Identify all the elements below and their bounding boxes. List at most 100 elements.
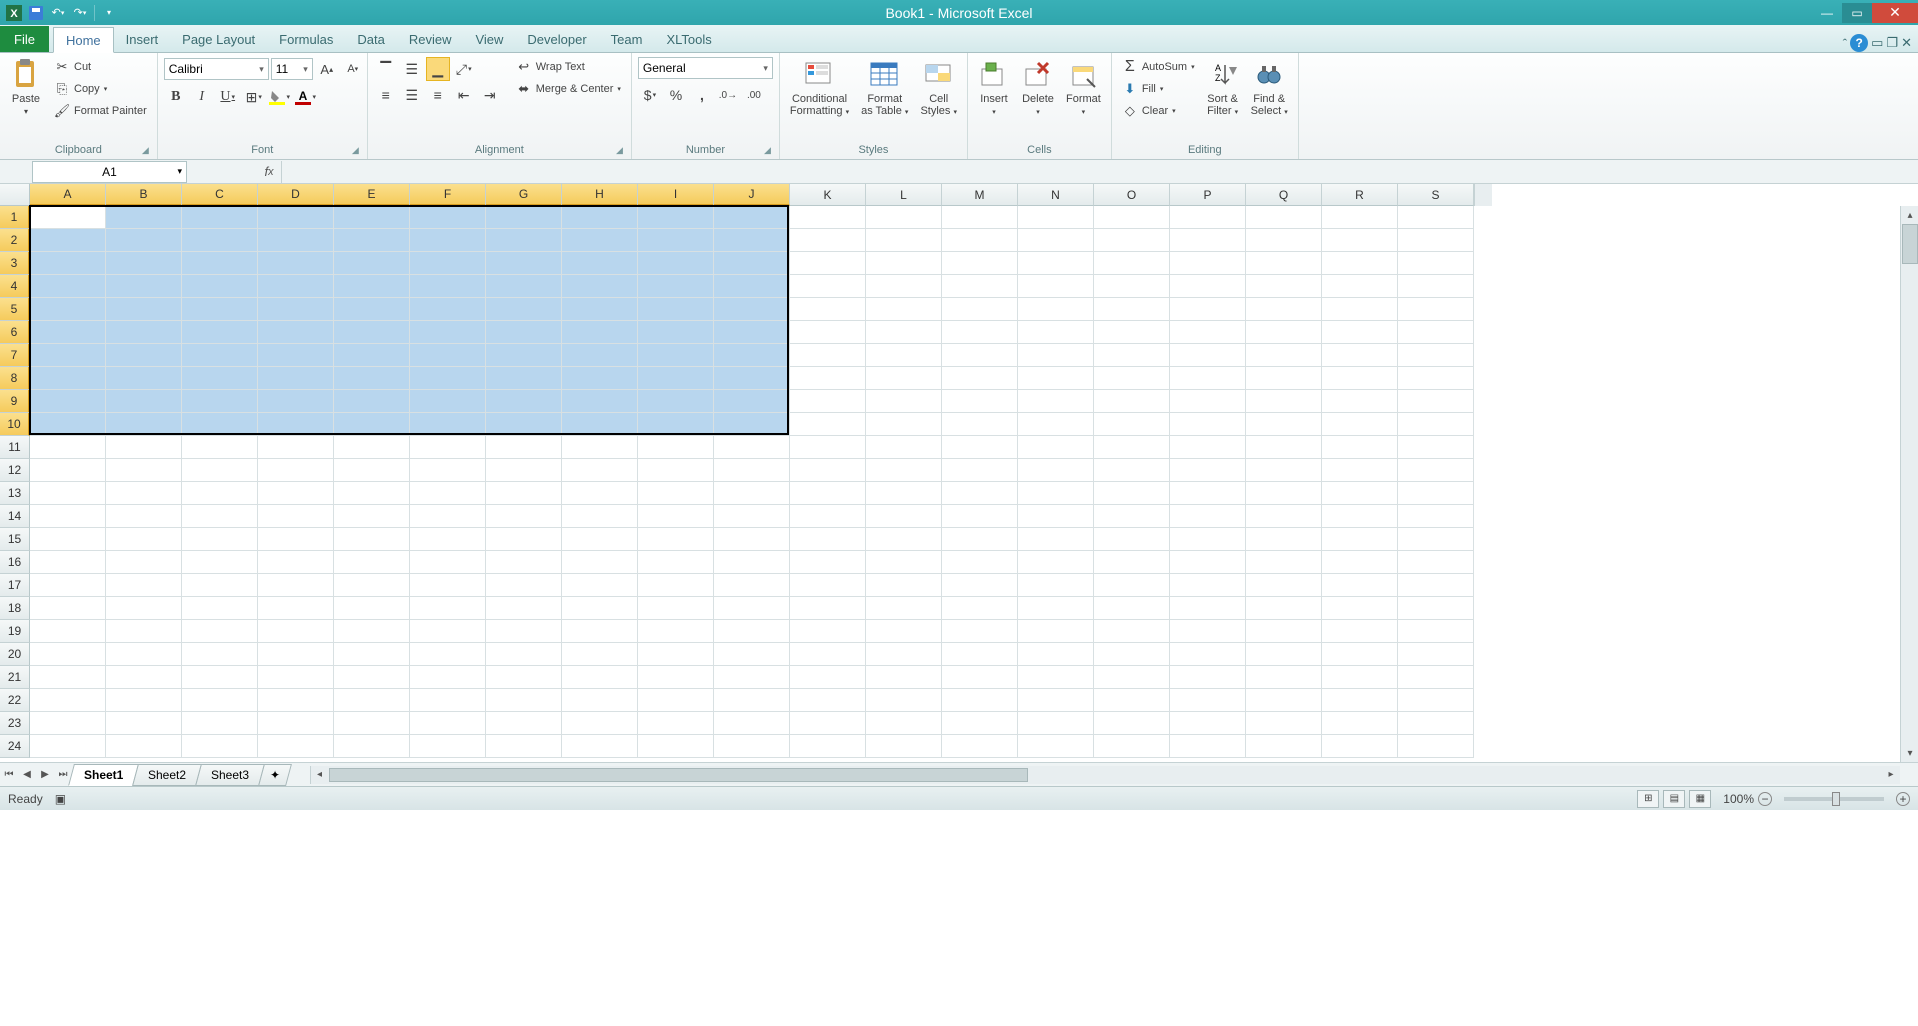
cell-M16[interactable] [942, 551, 1018, 574]
row-header-6[interactable]: 6 [0, 321, 30, 344]
cell-I4[interactable] [638, 275, 714, 298]
cell-I11[interactable] [638, 436, 714, 459]
cell-P17[interactable] [1170, 574, 1246, 597]
cell-A21[interactable] [30, 666, 106, 689]
cell-F2[interactable] [410, 229, 486, 252]
cell-P6[interactable] [1170, 321, 1246, 344]
cell-E23[interactable] [334, 712, 410, 735]
cell-K5[interactable] [790, 298, 866, 321]
scroll-down-icon[interactable]: ▾ [1901, 744, 1918, 762]
cell-I21[interactable] [638, 666, 714, 689]
cell-L11[interactable] [866, 436, 942, 459]
cell-H15[interactable] [562, 528, 638, 551]
cell-J21[interactable] [714, 666, 790, 689]
cell-N22[interactable] [1018, 689, 1094, 712]
row-header-24[interactable]: 24 [0, 735, 30, 758]
cell-B14[interactable] [106, 505, 182, 528]
cell-Q7[interactable] [1246, 344, 1322, 367]
cell-A22[interactable] [30, 689, 106, 712]
cell-C1[interactable] [182, 206, 258, 229]
cell-J18[interactable] [714, 597, 790, 620]
cell-A9[interactable] [30, 390, 106, 413]
cell-S22[interactable] [1398, 689, 1474, 712]
cell-H17[interactable] [562, 574, 638, 597]
fx-icon[interactable]: fx [257, 161, 281, 183]
cell-S18[interactable] [1398, 597, 1474, 620]
cell-A3[interactable] [30, 252, 106, 275]
cell-N20[interactable] [1018, 643, 1094, 666]
cell-C4[interactable] [182, 275, 258, 298]
cell-A12[interactable] [30, 459, 106, 482]
cell-K17[interactable] [790, 574, 866, 597]
row-header-14[interactable]: 14 [0, 505, 30, 528]
col-header-L[interactable]: L [866, 184, 942, 206]
cell-M18[interactable] [942, 597, 1018, 620]
paste-button[interactable]: Paste▾ [6, 57, 46, 120]
cell-J7[interactable] [714, 344, 790, 367]
cell-J20[interactable] [714, 643, 790, 666]
cell-Q5[interactable] [1246, 298, 1322, 321]
cell-L9[interactable] [866, 390, 942, 413]
currency-icon[interactable]: $▾ [638, 83, 662, 107]
italic-button[interactable]: I [190, 85, 214, 109]
cell-R1[interactable] [1322, 206, 1398, 229]
cell-I9[interactable] [638, 390, 714, 413]
cell-H5[interactable] [562, 298, 638, 321]
cell-L5[interactable] [866, 298, 942, 321]
bold-button[interactable]: B [164, 85, 188, 109]
cell-F22[interactable] [410, 689, 486, 712]
cell-D20[interactable] [258, 643, 334, 666]
cell-I5[interactable] [638, 298, 714, 321]
cell-M12[interactable] [942, 459, 1018, 482]
align-right-icon[interactable]: ≡ [426, 83, 450, 107]
cell-C19[interactable] [182, 620, 258, 643]
cell-F6[interactable] [410, 321, 486, 344]
row-header-22[interactable]: 22 [0, 689, 30, 712]
formula-bar[interactable] [281, 161, 1918, 183]
cell-B7[interactable] [106, 344, 182, 367]
cell-C11[interactable] [182, 436, 258, 459]
cell-H10[interactable] [562, 413, 638, 436]
cell-Q2[interactable] [1246, 229, 1322, 252]
cell-B19[interactable] [106, 620, 182, 643]
cell-L21[interactable] [866, 666, 942, 689]
cell-N6[interactable] [1018, 321, 1094, 344]
cell-L22[interactable] [866, 689, 942, 712]
cell-Q13[interactable] [1246, 482, 1322, 505]
number-format-combo[interactable]: General▾ [638, 57, 773, 79]
cell-Q6[interactable] [1246, 321, 1322, 344]
cell-S10[interactable] [1398, 413, 1474, 436]
cell-E12[interactable] [334, 459, 410, 482]
cell-O18[interactable] [1094, 597, 1170, 620]
cell-K19[interactable] [790, 620, 866, 643]
cell-O21[interactable] [1094, 666, 1170, 689]
cell-H9[interactable] [562, 390, 638, 413]
cell-C16[interactable] [182, 551, 258, 574]
cell-N9[interactable] [1018, 390, 1094, 413]
prev-sheet-icon[interactable]: ◀ [18, 765, 36, 785]
cell-H2[interactable] [562, 229, 638, 252]
cell-E1[interactable] [334, 206, 410, 229]
cell-E11[interactable] [334, 436, 410, 459]
data-tab[interactable]: Data [345, 26, 396, 52]
cell-L17[interactable] [866, 574, 942, 597]
cell-G23[interactable] [486, 712, 562, 735]
cell-E6[interactable] [334, 321, 410, 344]
scroll-thumb[interactable] [1902, 224, 1918, 264]
cell-A2[interactable] [30, 229, 106, 252]
cell-Q11[interactable] [1246, 436, 1322, 459]
cell-C14[interactable] [182, 505, 258, 528]
cell-M21[interactable] [942, 666, 1018, 689]
file-tab[interactable]: File [0, 26, 49, 52]
cell-M6[interactable] [942, 321, 1018, 344]
cell-Q3[interactable] [1246, 252, 1322, 275]
cell-N8[interactable] [1018, 367, 1094, 390]
comma-icon[interactable]: , [690, 83, 714, 107]
row-header-20[interactable]: 20 [0, 643, 30, 666]
cell-K20[interactable] [790, 643, 866, 666]
cell-R22[interactable] [1322, 689, 1398, 712]
cell-M20[interactable] [942, 643, 1018, 666]
cell-I1[interactable] [638, 206, 714, 229]
row-header-13[interactable]: 13 [0, 482, 30, 505]
cell-D6[interactable] [258, 321, 334, 344]
